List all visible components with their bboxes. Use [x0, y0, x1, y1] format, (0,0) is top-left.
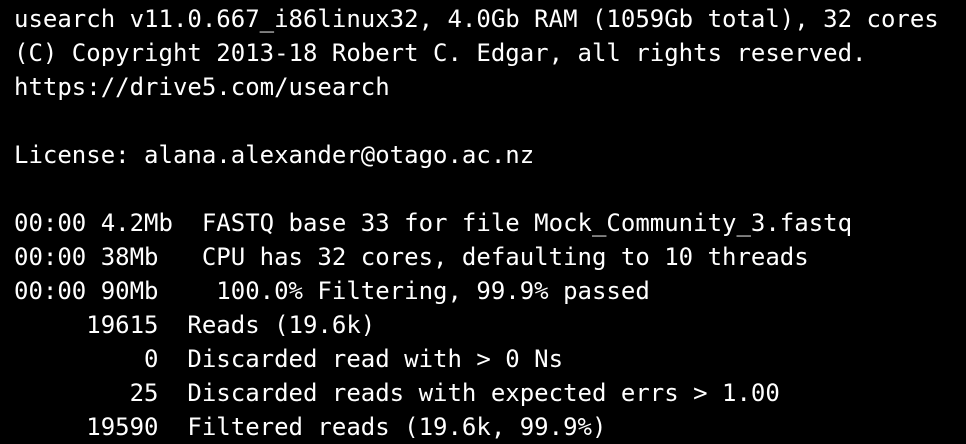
terminal-line-url: https://drive5.com/usearch	[14, 73, 390, 101]
terminal-line-filtered-reads: 19590 Filtered reads (19.6k, 99.9%)	[14, 413, 607, 441]
terminal-line-cpu-threads: 00:00 38Mb CPU has 32 cores, defaulting …	[14, 243, 809, 271]
terminal-window[interactable]: usearch v11.0.667_i86linux32, 4.0Gb RAM …	[0, 0, 966, 444]
terminal-line-copyright: (C) Copyright 2013-18 Robert C. Edgar, a…	[14, 39, 867, 67]
terminal-line-reads: 19615 Reads (19.6k)	[14, 311, 376, 339]
terminal-line-discarded-ns: 0 Discarded read with > 0 Ns	[14, 345, 564, 373]
terminal-line-license: License: alana.alexander@otago.ac.nz	[14, 141, 535, 169]
terminal-line-filtering: 00:00 90Mb 100.0% Filtering, 99.9% passe…	[14, 277, 650, 305]
terminal-line-discarded-errs: 25 Discarded reads with expected errs > …	[14, 379, 780, 407]
terminal-line-version: usearch v11.0.667_i86linux32, 4.0Gb RAM …	[14, 5, 939, 33]
terminal-line-fastq-base: 00:00 4.2Mb FASTQ base 33 for file Mock_…	[14, 209, 853, 237]
